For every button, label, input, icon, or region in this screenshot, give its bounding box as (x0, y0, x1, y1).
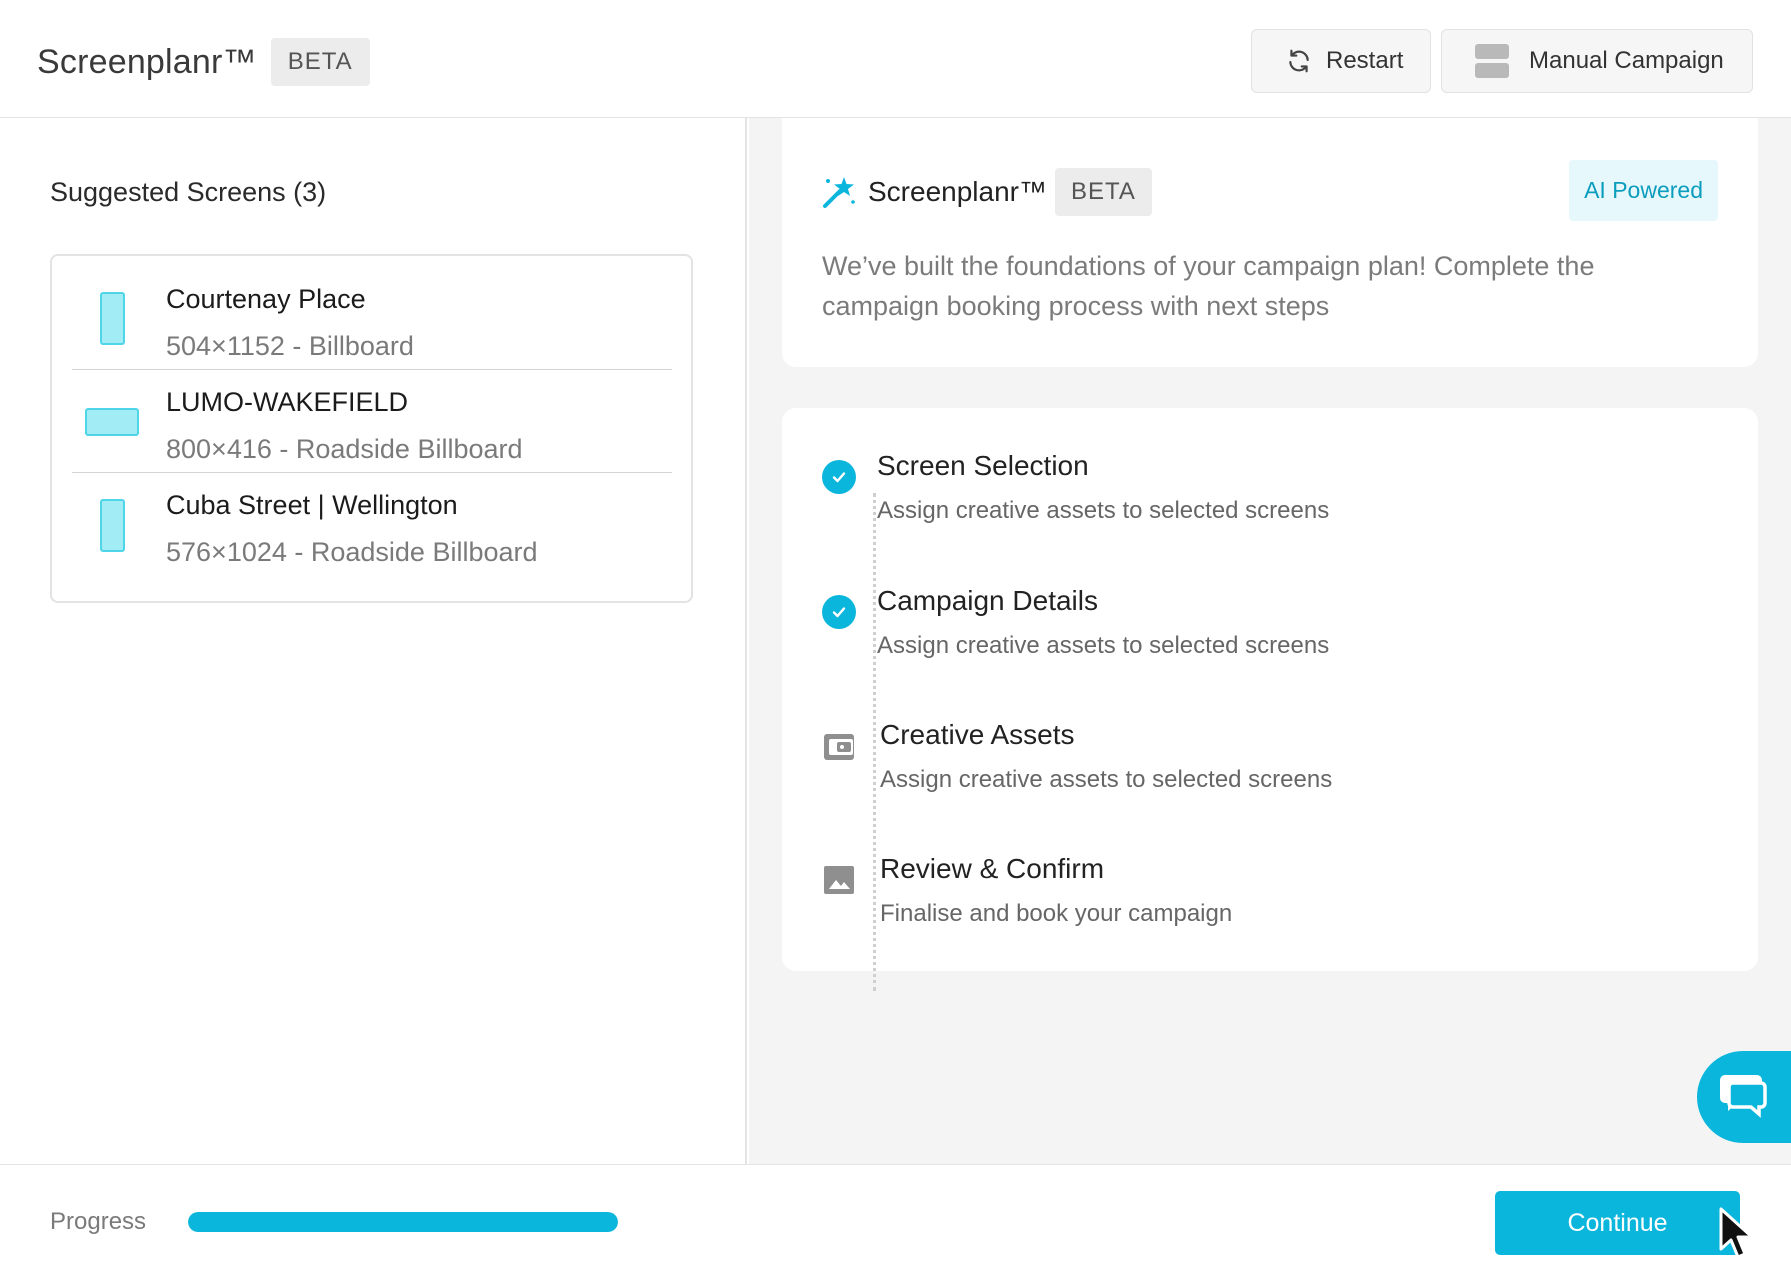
screen-list: Courtenay Place 504×1152 - Billboard LUM… (50, 254, 693, 603)
list-item[interactable]: Cuba Street | Wellington 576×1024 - Road… (72, 474, 672, 576)
wallet-icon (822, 729, 856, 763)
restart-label: Restart (1326, 47, 1404, 74)
screen-name: Courtenay Place (166, 284, 366, 314)
screen-thumbnail-wrapper (72, 474, 152, 576)
step-description: Finalise and book your campaign (880, 900, 1233, 927)
magic-wand-icon (822, 175, 856, 209)
screen-name: LUMO-WAKEFIELD (166, 387, 409, 417)
list-item[interactable]: Courtenay Place 504×1152 - Billboard (72, 268, 672, 370)
progress-label: Progress (50, 1208, 147, 1235)
chat-bubbles-icon (1719, 1071, 1771, 1124)
image-icon (822, 863, 856, 897)
screen-meta: 576×1024 - Roadside Billboard (166, 537, 538, 567)
mouse-pointer-icon (1718, 1207, 1758, 1268)
progress-bar (188, 1212, 618, 1232)
screen-thumbnail (99, 498, 125, 552)
screen-thumbnail-wrapper (72, 268, 152, 369)
beta-badge: BETA (1054, 168, 1152, 216)
ai-powered-badge: AI Powered (1569, 160, 1718, 221)
screen-thumbnail (99, 292, 125, 345)
step-title: Creative Assets (880, 719, 1075, 750)
app-title: Screenplanr™ (37, 42, 257, 81)
manual-campaign-label: Manual Campaign (1529, 47, 1724, 74)
continue-button[interactable]: Continue (1495, 1191, 1740, 1255)
steps-card: Screen Selection Assign creative assets … (782, 408, 1758, 991)
list-item[interactable]: LUMO-WAKEFIELD 800×416 - Roadside Billbo… (72, 371, 672, 473)
check-circle-icon (822, 460, 856, 494)
screen-meta: 504×1152 - Billboard (166, 331, 414, 361)
progress-fill (188, 1212, 618, 1232)
screen-meta: 800×416 - Roadside Billboard (166, 434, 523, 464)
step-description: Assign creative assets to selected scree… (880, 766, 1333, 793)
campaign-plan-panel: Screenplanr™ BETA AI Powered We’ve built… (749, 118, 1791, 1164)
check-circle-icon (822, 595, 856, 629)
suggested-screens-title: Suggested Screens (3) (50, 177, 327, 207)
footer-bar: Progress Continue (0, 1164, 1791, 1277)
app-header: Screenplanr™ BETA Restart Manual Campaig… (0, 0, 1791, 118)
restart-button[interactable]: Restart (1251, 29, 1431, 93)
screen-thumbnail-wrapper (72, 371, 152, 472)
screen-thumbnail (85, 407, 139, 436)
screen-name: Cuba Street | Wellington (166, 490, 458, 520)
step-title: Review & Confirm (880, 853, 1105, 884)
step-description: Assign creative assets to selected scree… (877, 632, 1330, 659)
step-description: Assign creative assets to selected scree… (877, 497, 1330, 524)
step-title: Campaign Details (877, 585, 1098, 616)
intro-description: We’ve built the foundations of your camp… (822, 251, 1595, 321)
suggested-screens-panel: Suggested Screens (3) Courtenay Place 50… (0, 118, 747, 1164)
intro-card: Screenplanr™ BETA AI Powered We’ve built… (782, 118, 1758, 367)
refresh-icon (1286, 48, 1312, 74)
layout-blocks-icon (1475, 44, 1509, 78)
beta-badge: BETA (270, 38, 370, 86)
step-connector (873, 493, 876, 991)
brand: Screenplanr™ BETA (37, 38, 370, 86)
intro-title: Screenplanr™ (868, 176, 1047, 207)
chat-button[interactable] (1697, 1051, 1791, 1143)
manual-campaign-button[interactable]: Manual Campaign (1441, 29, 1753, 93)
step-title: Screen Selection (877, 450, 1089, 481)
intro-header: Screenplanr™ BETA (822, 168, 1152, 216)
